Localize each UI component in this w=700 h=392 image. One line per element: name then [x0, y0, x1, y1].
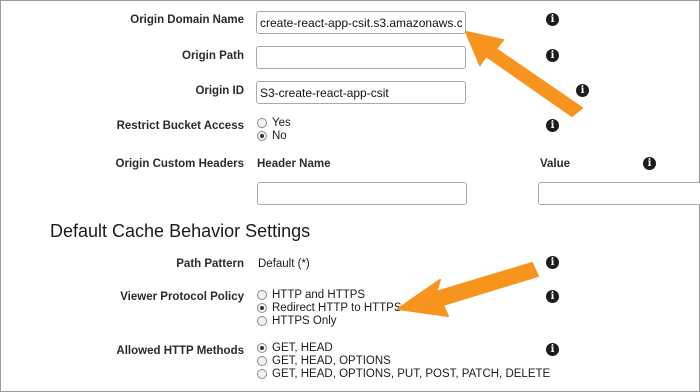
annotation-arrow	[465, 31, 583, 117]
annotation-arrow	[397, 262, 539, 317]
annotation-arrows	[397, 31, 583, 317]
